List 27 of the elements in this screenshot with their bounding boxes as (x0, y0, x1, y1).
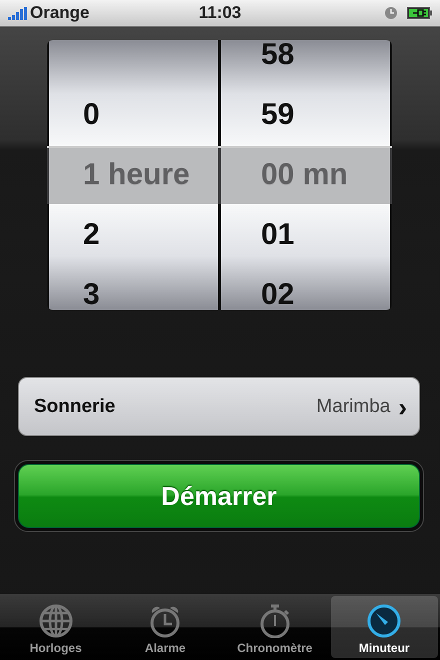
tab[interactable]: Chronomètre (221, 596, 328, 658)
picker-value: 1 heure (83, 158, 190, 192)
start-button[interactable]: Démarrer (18, 464, 420, 528)
chevron-icon: › (398, 394, 407, 420)
alarm-clock-icon (148, 604, 182, 638)
picker-value: 01 (261, 218, 294, 252)
picker-value: 02 (261, 278, 294, 310)
ringtone-row[interactable]: Sonnerie Marimba › (18, 377, 420, 436)
battery-charging-icon (407, 7, 432, 19)
picker-value: 00 mn (261, 158, 348, 192)
picker-value: 2 (83, 218, 100, 252)
picker-value: 0 (83, 98, 100, 132)
picker-wheel[interactable]: 0 1 heure 2 3 (49, 40, 218, 310)
globe-icon (38, 604, 73, 638)
picker-value: 58 (261, 40, 294, 72)
tab[interactable]: Horloges (2, 596, 110, 658)
carrier-name: Orange (30, 3, 90, 23)
timer-dial-icon (367, 604, 402, 638)
status-time: 11:03 (198, 3, 242, 22)
picker-wheel[interactable]: 58 59 00 mn 01 02 (221, 40, 390, 310)
clock-icon (385, 7, 397, 19)
tab[interactable]: Alarme (112, 596, 219, 658)
signal-icon (8, 6, 27, 20)
stopwatch-icon (258, 604, 292, 638)
picker-value: 59 (261, 98, 294, 132)
picker-value: 3 (83, 278, 100, 310)
tab[interactable]: Minuteur (330, 596, 438, 658)
